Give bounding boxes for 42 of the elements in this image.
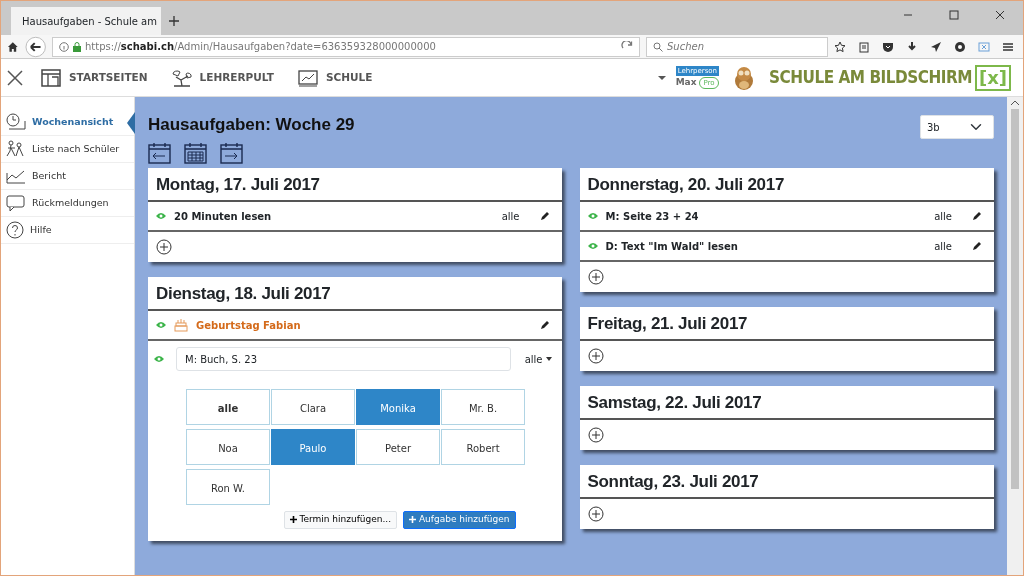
sidebar-item[interactable]: Hilfe <box>1 217 134 244</box>
event-text: Geburtstag Fabian <box>196 318 302 333</box>
sidebar-item[interactable]: Bericht <box>1 163 134 190</box>
nav-link[interactable]: LEHRERPULT <box>171 68 274 87</box>
class-select[interactable]: 3b <box>920 115 994 139</box>
nav-link[interactable]: STARTSEITEN <box>41 68 148 87</box>
add-button[interactable]: Termin hinzufügen... <box>283 511 398 529</box>
nav-link[interactable]: SCHULE <box>297 68 373 87</box>
search-field[interactable]: Suchen <box>646 36 828 57</box>
task-text: 20 Minuten lesen <box>174 209 273 224</box>
url-text: https://schabi.ch/Admin/Hausaufgaben?date=636359328000000000 <box>85 40 436 54</box>
day-title: Montag, 17. Juli 2017 <box>148 168 562 203</box>
day-title: Sonntag, 23. Juli 2017 <box>579 465 994 500</box>
student-toggle[interactable]: Ron W. <box>186 469 270 506</box>
day-title: Freitag, 21. Juli 2017 <box>579 307 994 342</box>
day-title: Dienstag, 18. Juli 2017 <box>148 277 562 312</box>
student-toggle[interactable]: Clara <box>271 389 355 426</box>
student-toggle[interactable]: Noa <box>186 429 270 466</box>
day-title: Samstag, 22. Juli 2017 <box>579 386 994 421</box>
sidebar-item[interactable]: Rückmeldungen <box>1 190 134 217</box>
user-name: Max <box>675 76 697 89</box>
student-toggle[interactable]: Monika <box>356 389 440 426</box>
audience-text: alle <box>934 239 952 254</box>
browser-tab[interactable]: Hausaufgaben - Schule am <box>11 7 161 35</box>
student-toggle[interactable]: Mr. B. <box>441 389 525 426</box>
add-button[interactable]: Aufgabe hinzufügen <box>403 511 516 529</box>
day-title: Donnerstag, 20. Juli 2017 <box>579 168 994 203</box>
student-toggle[interactable]: alle <box>186 389 270 426</box>
logo-text: SCHULE AM BILDSCHIRM <box>769 65 972 89</box>
student-toggle[interactable]: Peter <box>356 429 440 466</box>
address-field[interactable]: https://schabi.ch/Admin/Hausaufgaben?date=636359328000000000 <box>52 36 640 57</box>
task-input[interactable]: M: Buch, S. 23 <box>176 347 511 372</box>
sidebar-item[interactable]: Liste nach Schüler <box>1 136 134 163</box>
logo-mark: [x] <box>974 64 1011 91</box>
task-text: D: Text "Im Wald" lesen <box>605 239 739 254</box>
page-title: Hausaufgaben: Woche 29 <box>148 115 355 136</box>
task-text: M: Seite 23 + 24 <box>605 209 700 224</box>
audience-dropdown[interactable]: alle <box>523 350 553 368</box>
audience-text: alle <box>934 209 952 224</box>
audience-text: alle <box>501 209 520 224</box>
student-toggle[interactable]: Paulo <box>271 429 355 466</box>
student-toggle[interactable]: Robert <box>441 429 525 466</box>
